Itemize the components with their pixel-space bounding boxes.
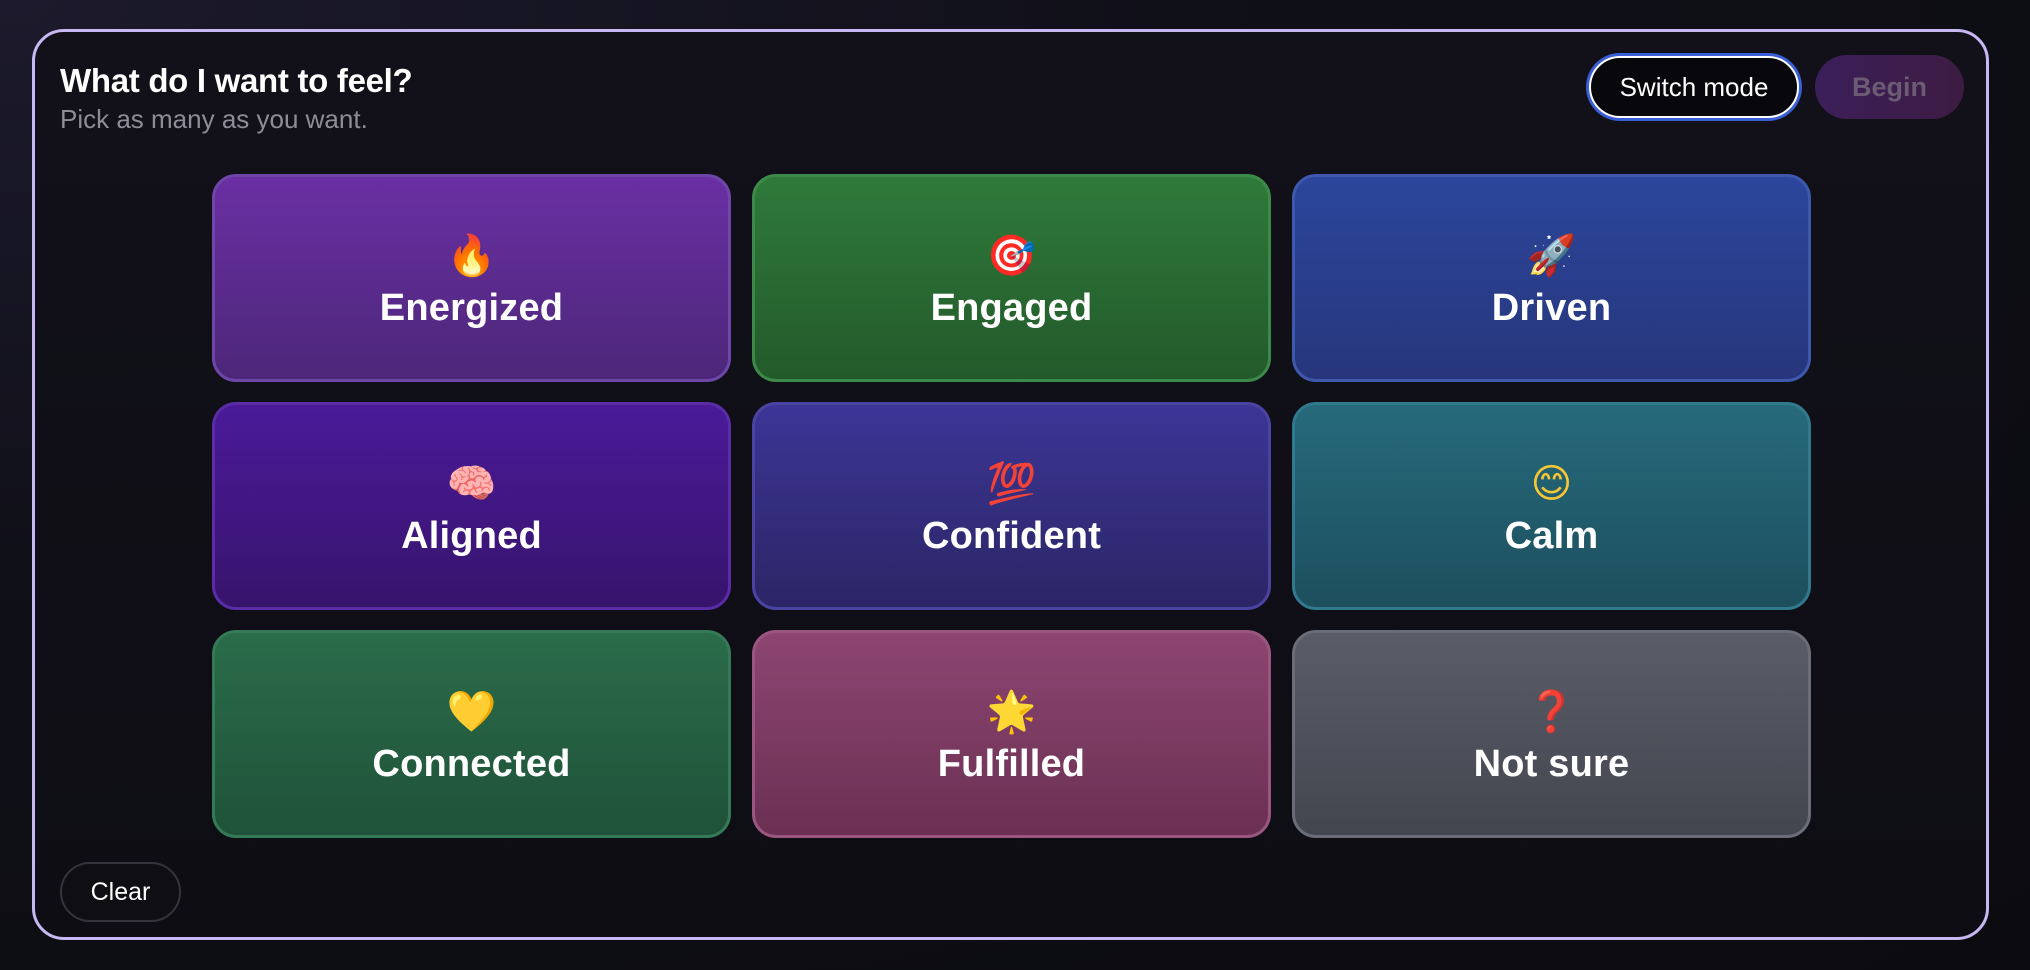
page-title: What do I want to feel? [60,62,413,99]
feeling-label: Connected [372,742,571,785]
feeling-label: Energized [379,286,564,329]
feeling-label: Driven [1491,286,1612,329]
brain-icon: 🧠 [446,460,497,507]
feeling-card-connected[interactable]: 💛 Connected [212,630,731,838]
feeling-card-not-sure[interactable]: ❓ Not sure [1292,630,1811,838]
feeling-card-calm[interactable]: 😊 Calm [1292,402,1811,610]
feeling-card-driven[interactable]: 🚀 Driven [1292,174,1811,382]
question-mark-icon: ❓ [1526,688,1577,735]
page-subtitle: Pick as many as you want. [60,104,368,134]
glowing-star-icon: 🌟 [986,688,1037,735]
feeling-card-energized[interactable]: 🔥 Energized [212,174,731,382]
feelings-grid: 🔥 Energized 🎯 Engaged 🚀 Driven 🧠 Aligned… [212,174,1811,838]
feeling-label: Confident [921,514,1102,557]
feeling-card-engaged[interactable]: 🎯 Engaged [752,174,1271,382]
smiling-face-icon: 😊 [1530,460,1573,507]
clear-button[interactable]: Clear [60,862,181,922]
switch-mode-button[interactable]: Switch mode [1589,56,1799,118]
target-icon: 🎯 [986,232,1037,279]
feeling-label: Not sure [1473,742,1630,785]
yellow-heart-icon: 💛 [446,688,497,735]
hundred-points-icon: 💯 [986,460,1037,507]
feeling-label: Aligned [401,514,542,557]
rocket-icon: 🚀 [1526,232,1577,279]
feeling-label: Fulfilled [937,742,1086,785]
feeling-label: Engaged [930,286,1093,329]
begin-button[interactable]: Begin [1815,55,1964,119]
feeling-label: Calm [1504,514,1599,557]
fire-icon: 🔥 [446,232,497,279]
feeling-card-fulfilled[interactable]: 🌟 Fulfilled [752,630,1271,838]
feeling-card-confident[interactable]: 💯 Confident [752,402,1271,610]
feeling-card-aligned[interactable]: 🧠 Aligned [212,402,731,610]
